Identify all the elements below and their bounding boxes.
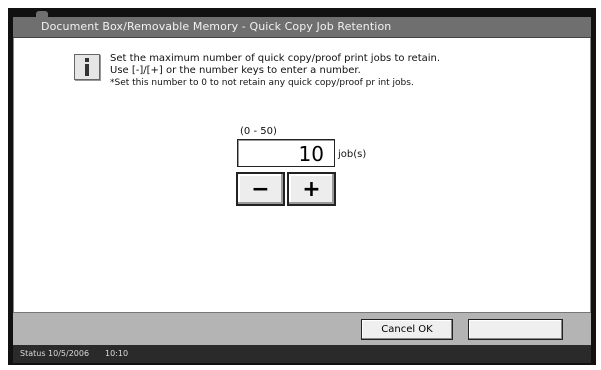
instruction-message: Set the maximum number of quick copy/pro…	[110, 53, 440, 89]
status-date: Status 10/5/2006	[20, 349, 90, 358]
info-icon	[74, 54, 100, 80]
cancel-ok-button[interactable]: Cancel OK	[361, 319, 453, 340]
status-time: 10:10	[105, 349, 129, 358]
range-label: (0 - 50)	[240, 126, 277, 137]
title-bar: Document Box/Removable Memory - Quick Co…	[13, 17, 591, 38]
instruction-line-1: Set the maximum number of quick copy/pro…	[110, 53, 441, 64]
instruction-note: *Set this number to 0 to not retain any …	[110, 78, 414, 88]
window-title: Document Box/Removable Memory - Quick Co…	[41, 20, 392, 33]
job-count-field[interactable]: 10	[237, 139, 335, 167]
blank-button[interactable]	[468, 319, 563, 340]
status-bar: Status 10/5/2006 10:10	[13, 345, 591, 363]
increase-button[interactable]: +	[287, 172, 336, 206]
job-count-value: 10	[298, 142, 324, 166]
instruction-line-2: Use [-]/[+] or the number keys to enter …	[110, 65, 361, 76]
unit-label: job(s)	[338, 149, 367, 160]
decrease-button[interactable]: −	[236, 172, 285, 206]
